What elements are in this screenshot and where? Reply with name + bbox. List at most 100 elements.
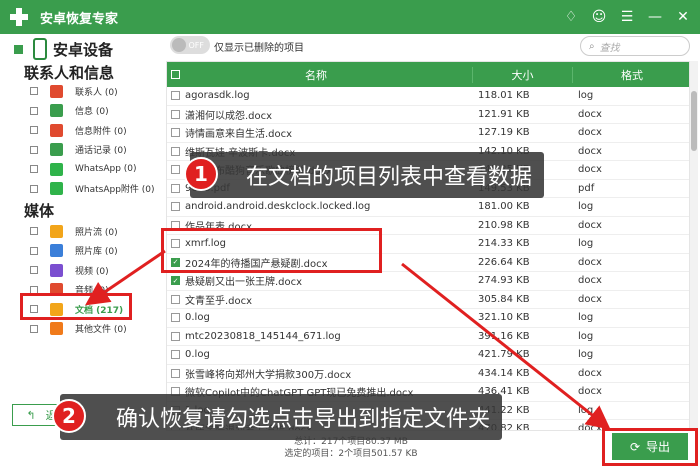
table-row[interactable]: 潇湘何以成怨.docx 121.91 KB docx [167,106,689,124]
photo-library-icon [50,244,63,257]
file-name: 诗情画意来自生活.docx [185,129,293,141]
file-size: 274.93 KB [478,275,530,287]
header-format[interactable]: 格式 [572,66,689,83]
sidebar-item-other-files[interactable]: 其他文件 (0) [30,320,127,338]
file-name: android.android.deskclock.locked.log [185,201,371,213]
sidebar-item-label: 信息附件 (0) [75,126,127,137]
sidebar-item-whatsapp[interactable]: WhatsApp (0) [30,160,137,178]
sidebar-item-photo-library[interactable]: 照片库 (0) [30,242,118,260]
file-name: 文青至乎.docx [185,295,253,307]
menu-icon[interactable]: ☰ [618,8,636,26]
minimize-icon[interactable]: — [646,8,664,26]
chat-icon[interactable]: ☺ [590,8,608,26]
row-checkbox[interactable] [171,294,180,304]
file-size: 391.16 KB [478,330,530,342]
scrollbar-thumb[interactable] [691,91,697,151]
table-row[interactable]: 文青至乎.docx 305.84 KB docx [167,291,689,309]
file-format: log [578,330,594,342]
sidebar-item-label: 信息 (0) [75,107,109,117]
contacts-icon [50,84,63,98]
table-row[interactable]: mtc20230818_145144_671.log 391.16 KB log [167,328,689,346]
file-name: mtc20230818_145144_671.log [185,330,341,342]
sidebar-checkbox[interactable] [30,87,38,95]
row-checkbox[interactable] [171,183,180,193]
file-size: 127.19 KB [478,127,530,139]
messages-icon [50,104,63,117]
file-format: docx [578,108,602,120]
device-header[interactable]: 安卓设备 [14,38,113,60]
call-log-icon [50,143,63,156]
row-checkbox[interactable] [171,109,180,119]
header-name[interactable]: 名称 [180,67,452,83]
row-checkbox[interactable] [171,146,180,156]
file-size: 210.98 KB [478,219,530,231]
sidebar-checkbox[interactable] [30,266,38,274]
row-checkbox[interactable] [171,202,180,212]
row-checkbox[interactable] [171,368,180,378]
sidebar-checkbox[interactable] [30,106,38,115]
step1-text: 在文档的项目列表中查看数据 [246,165,533,190]
row-checkbox[interactable] [171,91,180,101]
sidebar-item-attachment[interactable]: 信息附件 (0) [30,121,127,139]
table-row[interactable]: ✓ 悬疑剧又出一张王牌.docx 274.93 KB docx [167,272,689,291]
row-checkbox[interactable] [171,331,180,341]
row-checkbox[interactable] [171,350,180,360]
file-format: docx [578,219,602,231]
sidebar-item-messages[interactable]: 信息 (0) [30,102,109,120]
sidebar-item-whatsapp-attachment[interactable]: WhatsApp附件 (0) [30,180,155,198]
documents-highlight [20,293,132,320]
file-name: 潇湘何以成怨.docx [185,110,273,122]
device-checkbox[interactable] [14,44,23,54]
toggle-state: OFF [188,40,205,50]
sidebar-checkbox[interactable] [30,246,38,255]
row-checkbox[interactable] [171,165,180,175]
sidebar-item-contacts[interactable]: 联系人 (0) [30,82,118,100]
search-input[interactable]: ⌕ 查找 [580,36,690,56]
toggle-label: 仅显示已删除的项目 [214,43,304,54]
row-checkbox[interactable]: ✓ [171,276,180,286]
row-checkbox[interactable] [171,313,180,323]
table-row[interactable]: android.android.deskclock.locked.log 181.… [167,198,689,217]
photo-stream-icon [50,224,63,238]
table-row[interactable]: 诗情画意来自生活.docx 127.19 KB docx [167,124,689,143]
close-icon[interactable]: ✕ [674,8,692,26]
sidebar-item-label: WhatsApp附件 (0) [75,185,155,195]
sidebar-item-label: 照片库 (0) [75,247,118,257]
table-row[interactable]: 张雪峰将向郑州大学捐款300万.docx 434.14 KB docx [167,365,689,383]
search-icon: ⌕ [589,40,595,52]
sidebar-item-call-log[interactable]: 通话记录 (0) [30,141,127,159]
row-checkbox[interactable] [171,128,180,138]
file-format: log [578,312,594,324]
sidebar-checkbox[interactable] [30,165,38,173]
file-format: docx [578,386,602,398]
sidebar-checkbox[interactable] [30,324,38,333]
header-size[interactable]: 大小 [472,66,572,83]
other-files-icon [50,322,63,335]
search-placeholder: 查找 [599,42,620,54]
file-format: log [578,404,594,416]
vip-diamond-icon[interactable]: ♢ [562,8,580,26]
device-name: 安卓设备 [53,40,114,59]
sidebar-item-label: 视频 (0) [75,266,109,277]
table-row[interactable]: agorasdk.log 118.01 KB log [167,87,689,106]
sidebar-checkbox[interactable] [30,126,38,134]
table-row[interactable]: 0.log 421.79 KB log [167,346,689,365]
deleted-only-toggle[interactable]: OFF [170,36,210,54]
phone-icon [33,38,47,60]
sidebar-item-photo-stream[interactable]: 照片流 (0) [30,222,118,240]
sidebar-checkbox[interactable] [30,227,38,235]
table-scrollbar[interactable] [690,61,698,431]
sidebar-item-video[interactable]: 视频 (0) [30,261,109,279]
file-format: docx [578,275,602,287]
sidebar-item-label: 联系人 (0) [75,87,118,98]
file-size: 305.84 KB [478,293,530,305]
whatsapp-icon [50,162,63,176]
section-contacts-title: 联系人和信息 [24,64,115,82]
sidebar-checkbox[interactable] [30,145,38,154]
sidebar-item-label: WhatsApp (0) [75,164,137,174]
file-size: 214.33 KB [478,238,530,250]
select-all-checkbox[interactable] [171,70,180,79]
sidebar-checkbox[interactable] [30,184,38,193]
table-row[interactable]: 0.log 321.10 KB log [167,309,689,328]
file-format: log [578,349,594,361]
